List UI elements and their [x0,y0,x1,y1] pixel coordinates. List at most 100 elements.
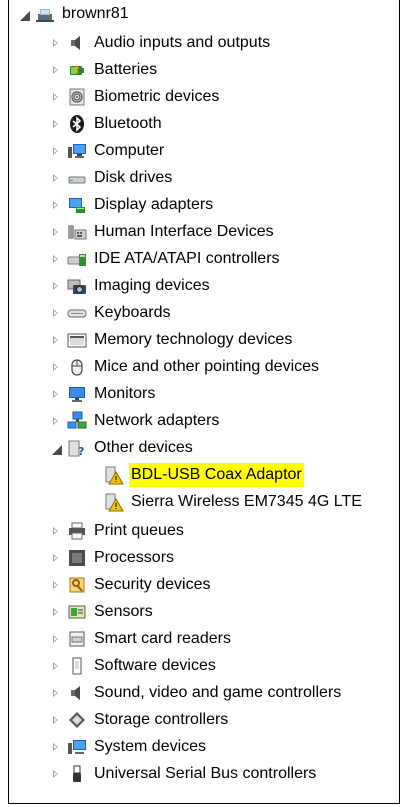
fingerprint-icon [67,87,87,107]
tree-item-bdl-usb-coax[interactable]: BDL-USB Coax Adaptor [104,463,304,487]
tree-item-bluetooth[interactable]: Bluetooth [49,112,164,136]
monitor-icon [67,384,87,404]
tree-item-sound-video[interactable]: Sound, video and game controllers [49,681,343,705]
memory-icon [67,330,87,350]
chevron-right-icon[interactable] [49,36,63,50]
expand-arrow-icon[interactable] [49,441,63,455]
tree-item-biometric[interactable]: Biometric devices [49,85,221,109]
sound-video-icon [67,683,87,703]
chevron-right-icon[interactable] [49,414,63,428]
tree-item-print-queues[interactable]: Print queues [49,519,186,543]
tree-item-mice[interactable]: Mice and other pointing devices [49,355,321,379]
chevron-right-icon[interactable] [49,198,63,212]
tree-item-label: Mice and other pointing devices [94,358,320,375]
tree-item-processors[interactable]: Processors [49,546,176,570]
tree-item-label: Display adapters [94,196,214,213]
smart-card-reader-icon [67,629,87,649]
tree-item-label: Audio inputs and outputs [94,34,271,51]
tree-item-software-devices[interactable]: Software devices [49,654,218,678]
tree-item-computer[interactable]: Computer [49,139,166,163]
tree-item-label: Smart card readers [94,630,231,647]
tree-item-batteries[interactable]: Batteries [49,58,159,82]
tree-item-audio[interactable]: Audio inputs and outputs [49,31,272,55]
tree-item-network[interactable]: Network adapters [49,409,221,433]
tree-item-label: Disk drives [94,169,173,186]
tree-item-label: Sensors [94,603,153,620]
tree-item-imaging[interactable]: Imaging devices [49,274,212,298]
sensor-icon [67,602,87,622]
tree-item-storage-controllers[interactable]: Storage controllers [49,708,230,732]
chevron-right-icon[interactable] [49,659,63,673]
chevron-right-icon[interactable] [49,90,63,104]
security-key-icon [67,575,87,595]
chevron-right-icon[interactable] [49,740,63,754]
display-adapter-icon [67,195,87,215]
tree-item-label: BDL-USB Coax Adaptor [129,463,304,487]
tree-item-label: Sound, video and game controllers [94,684,342,701]
chevron-right-icon[interactable] [49,225,63,239]
chevron-right-icon[interactable] [49,360,63,374]
warning-device-icon [104,465,124,485]
tree-item-usb[interactable]: Universal Serial Bus controllers [49,762,318,786]
tree-item-label: Print queues [94,522,184,539]
chevron-right-icon[interactable] [49,279,63,293]
chevron-right-icon[interactable] [49,144,63,158]
tree-root[interactable]: brownr81 [17,2,131,26]
chevron-right-icon[interactable] [49,387,63,401]
tree-item-label: Batteries [94,61,158,78]
camera-icon [67,276,87,296]
tree-item-ide[interactable]: IDE ATA/ATAPI controllers [49,247,282,271]
tree-item-other-devices[interactable]: ? Other devices [49,436,195,460]
tree-item-display-adapters[interactable]: Display adapters [49,193,215,217]
chevron-right-icon[interactable] [49,524,63,538]
bluetooth-icon [67,114,87,134]
chevron-right-icon[interactable] [49,333,63,347]
tree-item-memory[interactable]: Memory technology devices [49,328,294,352]
software-device-icon [67,656,87,676]
tree-item-system-devices[interactable]: System devices [49,735,208,759]
chevron-right-icon[interactable] [49,117,63,131]
tree-item-label: Bluetooth [94,115,162,132]
tree-item-security[interactable]: Security devices [49,573,213,597]
unknown-device-icon: ? [67,438,87,458]
chevron-right-icon[interactable] [49,306,63,320]
tree-item-label: System devices [94,738,207,755]
chevron-right-icon[interactable] [49,252,63,266]
tree-item-keyboards[interactable]: Keyboards [49,301,173,325]
tree-item-label: Human Interface Devices [94,223,274,240]
tree-item-label: Monitors [94,385,156,402]
chevron-right-icon[interactable] [49,632,63,646]
tree-item-smart-card[interactable]: Smart card readers [49,627,233,651]
chevron-right-icon[interactable] [49,767,63,781]
tree-item-label: Keyboards [94,304,171,321]
chevron-right-icon[interactable] [49,578,63,592]
expand-arrow-icon[interactable] [17,7,31,21]
tree-item-label: Other devices [94,439,193,456]
tree-item-sensors[interactable]: Sensors [49,600,155,624]
chevron-right-icon[interactable] [49,605,63,619]
tree-item-label: IDE ATA/ATAPI controllers [94,250,280,267]
speaker-icon [67,33,87,53]
printer-icon [67,521,87,541]
chevron-right-icon[interactable] [49,713,63,727]
tree-item-label: Computer [94,142,165,159]
tree-item-monitors[interactable]: Monitors [49,382,157,406]
tree-item-disk-drives[interactable]: Disk drives [49,166,174,190]
tree-item-hid[interactable]: Human Interface Devices [49,220,276,244]
chevron-right-icon[interactable] [49,551,63,565]
svg-text:?: ? [78,445,84,458]
tree-item-label: Security devices [94,576,211,593]
tree-item-sierra-wireless[interactable]: Sierra Wireless EM7345 4G LTE [104,490,364,514]
usb-icon [67,764,87,784]
chevron-right-icon[interactable] [49,63,63,77]
storage-controller-icon [67,710,87,730]
tree-item-label: Biometric devices [94,88,220,105]
chevron-right-icon[interactable] [49,171,63,185]
chevron-right-icon[interactable] [49,686,63,700]
computer-icon [67,141,87,161]
tree-item-label: Imaging devices [94,277,210,294]
tree-item-label: Processors [94,549,175,566]
processor-icon [67,548,87,568]
keyboard-icon [67,303,87,323]
tree-item-label: Sierra Wireless EM7345 4G LTE [131,493,362,510]
